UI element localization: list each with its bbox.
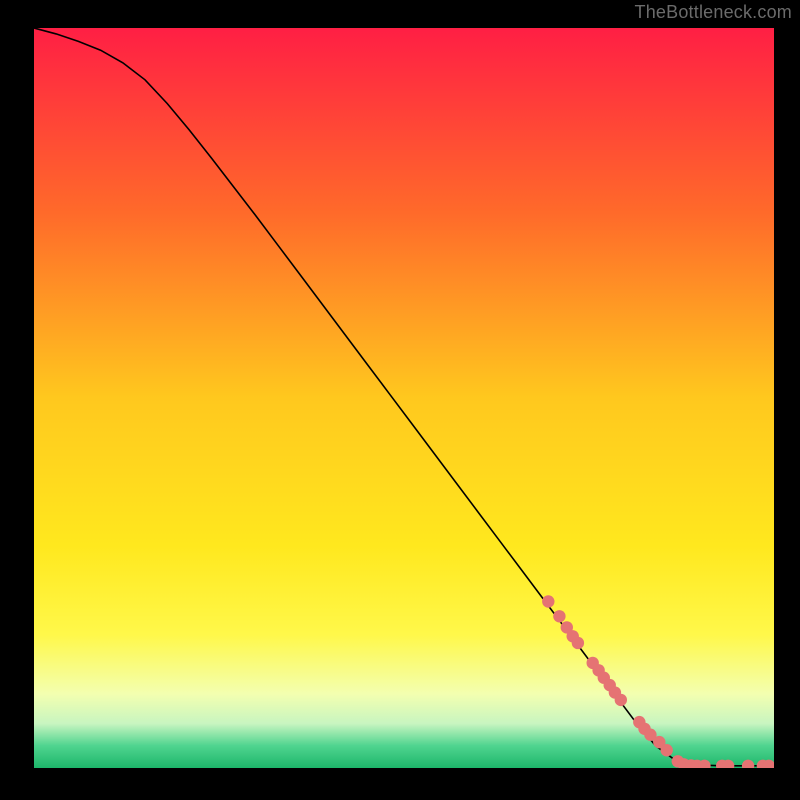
data-point: [542, 595, 554, 607]
data-point: [572, 637, 584, 649]
data-point: [661, 744, 673, 756]
data-point: [615, 694, 627, 706]
chart-svg: [34, 28, 774, 768]
chart-background: [34, 28, 774, 768]
chart-container: TheBottleneck.com: [0, 0, 800, 800]
attribution-text: TheBottleneck.com: [635, 2, 792, 23]
data-point: [553, 610, 565, 622]
plot-area: [34, 28, 774, 768]
